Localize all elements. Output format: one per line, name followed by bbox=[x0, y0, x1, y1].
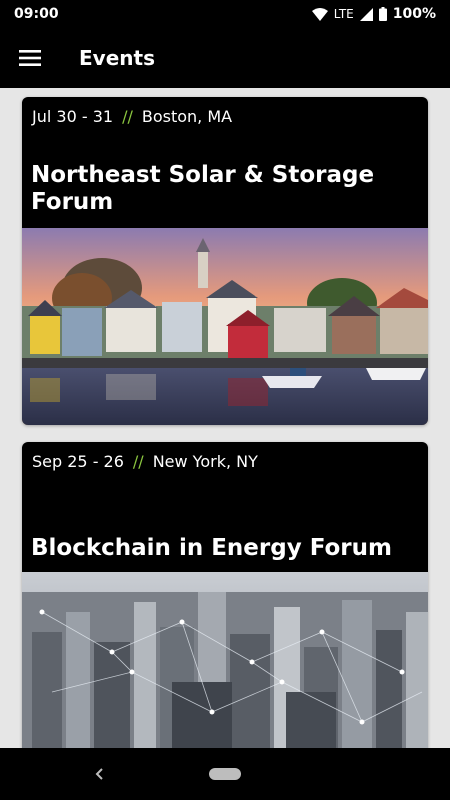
meta-separator: // bbox=[122, 107, 133, 126]
event-card-blockchain[interactable]: Sep 25 - 26 // New York, NY Blockchain i… bbox=[22, 442, 428, 748]
event-meta: Jul 30 - 31 // Boston, MA bbox=[32, 107, 232, 126]
battery-level: 100% bbox=[392, 6, 436, 22]
event-title: Northeast Solar & Storage Forum bbox=[31, 162, 375, 215]
battery-icon bbox=[378, 7, 387, 21]
back-chevron-icon[interactable] bbox=[90, 764, 110, 784]
status-time: 09:00 bbox=[14, 6, 59, 22]
event-card-solar[interactable]: Jul 30 - 31 // Boston, MA Northeast Sola… bbox=[22, 97, 428, 425]
status-bar: 09:00 LTE 100% bbox=[0, 0, 450, 28]
system-nav-bar bbox=[0, 748, 450, 800]
wifi-icon bbox=[311, 7, 328, 21]
city-aerial-network-photo bbox=[22, 572, 428, 748]
app-bar: Events bbox=[0, 28, 450, 88]
menu-button[interactable] bbox=[0, 28, 60, 88]
meta-separator: // bbox=[132, 452, 144, 471]
network-type: LTE bbox=[333, 7, 354, 21]
event-dates: Jul 30 - 31 bbox=[32, 107, 114, 126]
event-title: Blockchain in Energy Forum bbox=[31, 535, 392, 561]
status-icons: LTE 100% bbox=[311, 6, 436, 22]
hamburger-menu-icon bbox=[19, 50, 41, 66]
home-pill-icon[interactable] bbox=[209, 768, 241, 780]
page-title: Events bbox=[79, 46, 155, 70]
event-location: New York, NY bbox=[152, 452, 258, 471]
event-meta: Sep 25 - 26 // New York, NY bbox=[32, 452, 258, 471]
event-location: Boston, MA bbox=[141, 107, 233, 126]
events-list: Jul 30 - 31 // Boston, MA Northeast Sola… bbox=[0, 88, 450, 748]
signal-icon bbox=[359, 7, 373, 21]
harbor-town-sunset-photo bbox=[22, 228, 428, 425]
event-dates: Sep 25 - 26 bbox=[32, 452, 124, 471]
